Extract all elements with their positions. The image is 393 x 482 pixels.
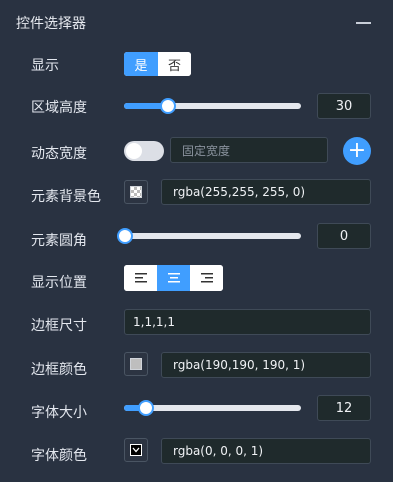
plus-icon[interactable]: + bbox=[343, 137, 371, 165]
panel-title: 控件选择器 bbox=[16, 16, 86, 32]
minus-icon[interactable] bbox=[356, 22, 371, 24]
label-font-size: 字体大小 bbox=[31, 405, 87, 421]
display-no-button[interactable]: 否 bbox=[158, 52, 191, 76]
font-color-input[interactable]: rgba(0, 0, 0, 1) bbox=[161, 438, 371, 464]
slider-handle[interactable] bbox=[160, 98, 176, 114]
align-toggle-group bbox=[124, 265, 223, 291]
font-size-input[interactable]: 12 bbox=[317, 395, 371, 421]
border-size-input[interactable]: 1,1,1,1 bbox=[124, 309, 371, 335]
fixed-width-input[interactable]: 固定宽度 bbox=[170, 137, 328, 163]
align-center-icon[interactable] bbox=[157, 265, 190, 291]
dynamic-width-switch[interactable] bbox=[124, 141, 164, 161]
label-border-size: 边框尺寸 bbox=[31, 318, 87, 334]
label-border-color: 边框颜色 bbox=[31, 362, 87, 378]
bg-color-picker[interactable] bbox=[124, 180, 148, 204]
panel-header: 控件选择器 bbox=[0, 0, 393, 46]
font-color-picker[interactable] bbox=[124, 438, 148, 462]
font-color-swatch bbox=[130, 444, 142, 456]
display-yes-button[interactable]: 是 bbox=[124, 52, 158, 76]
label-position: 显示位置 bbox=[31, 275, 87, 291]
display-toggle-group: 是 否 bbox=[124, 52, 191, 76]
label-dynamic-width: 动态宽度 bbox=[31, 146, 87, 162]
border-color-picker[interactable] bbox=[124, 352, 148, 376]
align-right-icon[interactable] bbox=[190, 265, 223, 291]
label-region-height: 区域高度 bbox=[31, 100, 87, 116]
region-height-input[interactable]: 30 bbox=[317, 93, 371, 119]
border-color-input[interactable]: rgba(190,190, 190, 1) bbox=[161, 352, 371, 378]
label-bg-color: 元素背景色 bbox=[31, 189, 101, 205]
border-color-swatch bbox=[130, 358, 142, 370]
switch-knob bbox=[126, 143, 142, 159]
font-size-slider[interactable] bbox=[124, 400, 301, 416]
transparent-checker-icon bbox=[130, 186, 142, 198]
slider-handle[interactable] bbox=[138, 400, 154, 416]
slider-handle[interactable] bbox=[117, 228, 133, 244]
align-left-icon[interactable] bbox=[124, 265, 157, 291]
radius-input[interactable]: 0 bbox=[317, 223, 371, 249]
label-display: 显示 bbox=[31, 58, 59, 74]
label-font-color: 字体颜色 bbox=[31, 448, 87, 464]
radius-slider[interactable] bbox=[117, 228, 301, 244]
region-height-slider[interactable] bbox=[124, 98, 301, 114]
bg-color-input[interactable]: rgba(255,255, 255, 0) bbox=[161, 179, 371, 205]
label-radius: 元素圆角 bbox=[31, 233, 87, 249]
